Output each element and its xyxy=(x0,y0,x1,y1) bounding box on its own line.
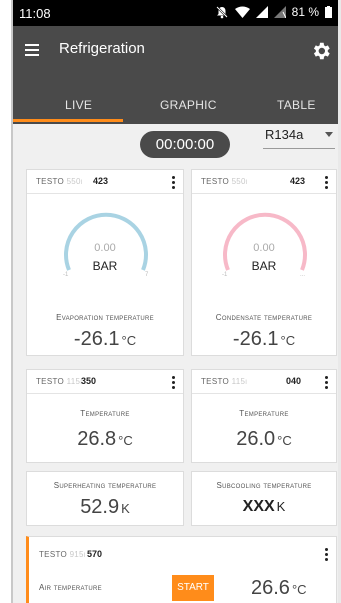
card-header: TESTO 915i 570 xyxy=(29,537,336,561)
gauge-value: 0.00 xyxy=(253,242,275,254)
more-options-icon[interactable] xyxy=(324,375,328,389)
battery-level: 81 % xyxy=(291,5,319,19)
tab-graphic[interactable]: GRAPHIC xyxy=(160,98,217,112)
card-header: TESTO 550i 423 xyxy=(192,170,336,194)
measurement-timer[interactable]: 00:00:00 xyxy=(140,131,230,158)
gauge-unit: BAR xyxy=(251,259,277,273)
view-tabs: LIVE GRAPHIC TABLE xyxy=(13,94,338,124)
more-options-icon[interactable] xyxy=(324,547,328,561)
gauge-unit: BAR xyxy=(92,259,118,273)
measurement-value: 26.8 °C xyxy=(77,428,133,450)
measurement-value: XXX K xyxy=(242,498,286,515)
more-options-icon[interactable] xyxy=(324,175,328,189)
probe-name: TESTO 550i xyxy=(201,177,248,186)
device-frame: 11:08 81 % Refrigeration LIVE GRAPHIC TA… xyxy=(0,0,341,603)
measurement-label: Evaporation temperature xyxy=(56,313,154,322)
status-time: 11:08 xyxy=(19,6,51,21)
app-bar: Refrigeration xyxy=(13,26,338,94)
tab-live[interactable]: LIVE xyxy=(65,98,92,112)
measurement-label: Condensate temperature xyxy=(215,313,313,322)
app-screen: 11:08 81 % Refrigeration LIVE GRAPHIC TA… xyxy=(13,0,338,603)
measurement-label: Superheating temperature xyxy=(53,481,157,490)
status-icons: 81 % xyxy=(215,5,332,19)
air-temperature-card: TESTO 915i 570 Air temperature START 26.… xyxy=(26,536,337,603)
tab-table[interactable]: TABLE xyxy=(277,98,316,112)
measurement-value: 26.0 °C xyxy=(236,428,292,450)
card-header: TESTO 550i 423 xyxy=(27,170,183,194)
superheating-card: Superheating temperature 52.9 K xyxy=(26,471,184,526)
more-options-icon[interactable] xyxy=(171,375,175,389)
probe-id: 570 xyxy=(87,549,103,559)
wifi-icon xyxy=(234,6,250,18)
probe-id: 423 xyxy=(93,176,109,186)
card-header: TESTO 115i 350 xyxy=(27,370,183,394)
probe-name: TESTO 550i xyxy=(36,177,83,186)
temperature-card-2: TESTO 115i 040 Temperature 26.0 °C xyxy=(191,369,337,463)
probe-name: TESTO 115i xyxy=(36,377,83,386)
subcooling-card: Subcooling temperature XXX K xyxy=(191,471,337,526)
status-bar: 11:08 81 % xyxy=(13,0,338,26)
probe-name: TESTO 915i xyxy=(39,550,86,559)
measurement-value: -26.1 °C xyxy=(73,328,137,350)
gauge-value: 0.00 xyxy=(94,242,116,254)
settings-gear-icon[interactable] xyxy=(310,40,332,62)
condensate-card: TESTO 550i 423 -1 ... 0.00 BAR Condensat… xyxy=(191,169,337,356)
menu-icon[interactable] xyxy=(21,39,45,61)
start-button[interactable]: START xyxy=(172,575,214,601)
refrigerant-select[interactable]: R134a xyxy=(263,123,335,149)
signal-icon-secondary xyxy=(273,6,286,18)
card-header: TESTO 115i 040 xyxy=(192,370,336,394)
probe-id: 423 xyxy=(290,176,306,186)
measurement-value: 26.6 °C xyxy=(251,577,307,599)
temperature-card-1: TESTO 115i 350 Temperature 26.8 °C xyxy=(26,369,184,463)
measurement-value: 52.9 K xyxy=(80,496,130,518)
probe-name: TESTO 115i xyxy=(201,377,248,386)
notifications-off-icon xyxy=(215,6,228,19)
refrigerant-value: R134a xyxy=(265,127,304,142)
battery-icon xyxy=(325,6,332,18)
signal-icon xyxy=(255,6,268,18)
probe-id: 040 xyxy=(286,376,302,386)
active-tab-indicator xyxy=(13,119,123,122)
measurement-label: Temperature xyxy=(239,409,289,418)
measurement-label: Temperature xyxy=(80,409,130,418)
select-underline xyxy=(263,148,335,149)
more-options-icon[interactable] xyxy=(171,175,175,189)
probe-id: 350 xyxy=(81,376,97,386)
page-title: Refrigeration xyxy=(59,40,145,57)
measurement-label: Subcooling temperature xyxy=(216,481,312,490)
measurement-label: Air temperature xyxy=(39,583,102,592)
evaporation-card: TESTO 550i 423 -1 7 0.00 BAR Evaporation… xyxy=(26,169,184,356)
measurement-value: -26.1 °C xyxy=(232,328,296,350)
dropdown-arrow-icon xyxy=(325,132,333,137)
